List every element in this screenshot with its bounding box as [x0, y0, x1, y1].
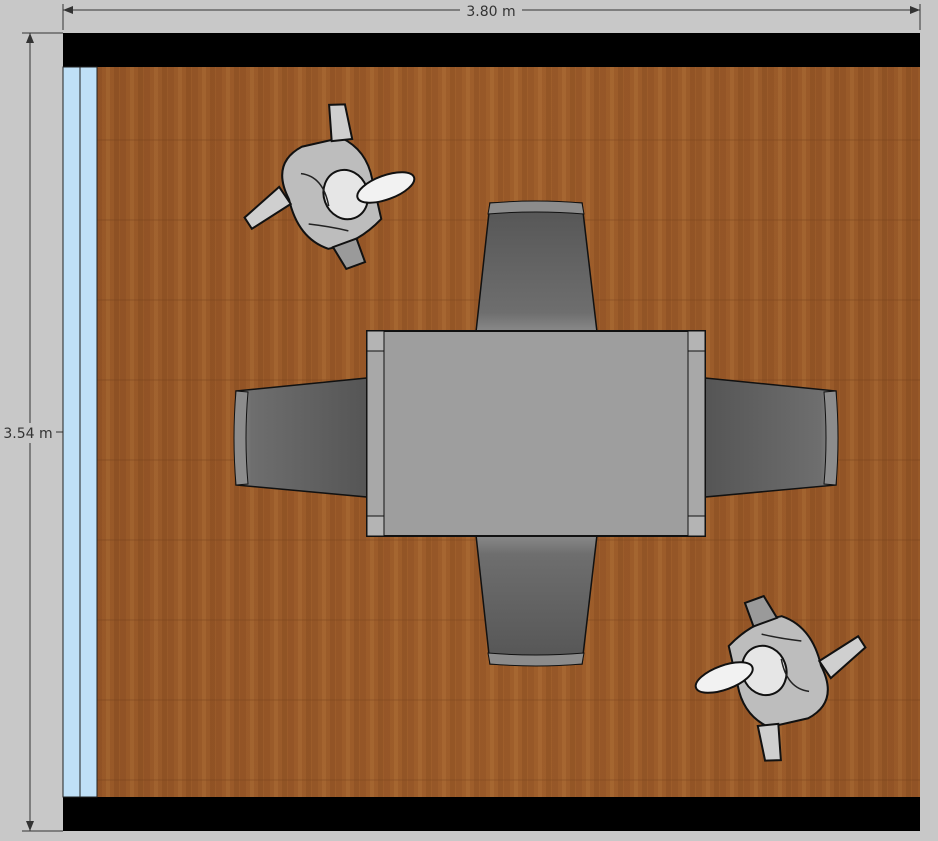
chair-left: [233, 377, 368, 498]
width-dimension: 3.80 m: [62, 1, 921, 30]
wall-bottom: [63, 797, 920, 831]
window-left: [62, 66, 98, 798]
chair-right: [704, 377, 839, 498]
chair-bottom: [475, 534, 598, 667]
chair-top: [475, 200, 598, 333]
width-dimension-label: 3.80 m: [466, 4, 515, 20]
floor-plan: 3.80 m 3.54 m: [0, 1, 921, 832]
wall-top: [63, 33, 920, 67]
table: [366, 330, 706, 537]
height-dimension-label: 3.54 m: [3, 426, 52, 442]
